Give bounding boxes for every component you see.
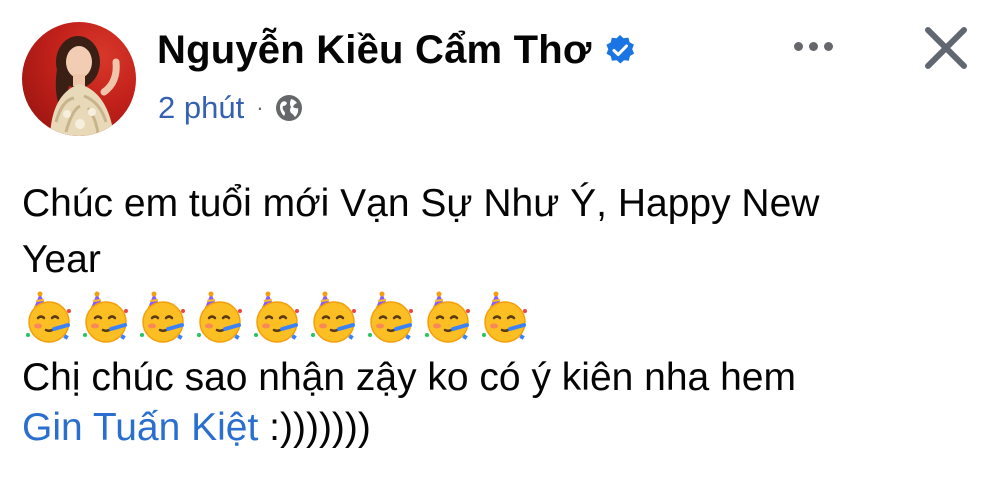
partying-face-emoji-icon [22, 291, 74, 345]
emoji-row [22, 286, 982, 350]
author-row: Nguyễn Kiều Cẩm Thơ [157, 22, 636, 78]
post-timestamp[interactable]: 2 phút [158, 90, 244, 126]
close-button[interactable] [918, 20, 974, 76]
partying-face-emoji-icon [421, 291, 473, 345]
post-text-line: Chúc em tuổi mới Vạn Sự Như Ý, Happy New [22, 182, 820, 225]
author-avatar[interactable] [22, 22, 136, 136]
partying-face-emoji-icon [79, 291, 131, 345]
verified-badge-icon [604, 34, 636, 66]
mention-line: Gin Tuấn Kiệt :))))))) [22, 400, 982, 456]
close-icon [925, 27, 967, 69]
mention-suffix: :))))))) [258, 406, 371, 449]
partying-face-emoji-icon [307, 291, 359, 345]
author-name[interactable]: Nguyễn Kiều Cẩm Thơ [157, 28, 592, 73]
post-text-line: Chị chúc sao nhận zậy ko có ý kiên nha h… [22, 356, 796, 399]
post-body: Chúc em tuổi mới Vạn Sự Như Ý, Happy New… [22, 176, 982, 456]
partying-face-emoji-icon [193, 291, 245, 345]
partying-face-emoji-icon [250, 291, 302, 345]
more-options-icon [823, 41, 833, 51]
more-options-icon [808, 41, 818, 51]
partying-face-emoji-icon [136, 291, 188, 345]
partying-face-emoji-icon [478, 291, 530, 345]
globe-icon[interactable] [274, 93, 304, 123]
meta-separator: · [256, 95, 264, 120]
more-options-icon [793, 41, 803, 51]
post-meta: 2 phút · [158, 86, 304, 130]
more-options-button[interactable] [786, 26, 840, 66]
post-text-line: Year [22, 238, 101, 281]
post-header: Nguyễn Kiều Cẩm Thơ 2 phút · [0, 0, 1000, 150]
partying-face-emoji-icon [364, 291, 416, 345]
mention-link[interactable]: Gin Tuấn Kiệt [22, 406, 258, 449]
